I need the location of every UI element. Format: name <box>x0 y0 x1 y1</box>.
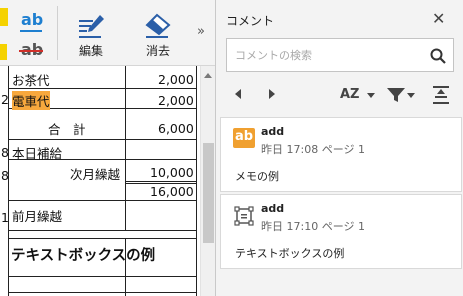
row-amount: 2,000 <box>158 72 194 87</box>
row-label: 前月繰越 <box>12 209 63 224</box>
edit-label: 編集 <box>78 44 103 58</box>
row-label: 次月繰越 <box>70 167 121 182</box>
comment-author: add <box>261 125 285 138</box>
erase-button[interactable]: 消去 <box>143 12 173 59</box>
row-amount: 10,000 <box>150 165 194 180</box>
row-divider <box>8 238 196 239</box>
highlighted-row-label[interactable]: 電車代 <box>12 91 50 110</box>
panel-title: コメント <box>226 14 275 28</box>
highlight-tool-icon[interactable] <box>0 44 7 60</box>
textbox-example-text[interactable]: テキストボックスの例 <box>11 244 155 265</box>
close-icon[interactable]: ✕ <box>432 9 445 28</box>
row-label: 本日補給 <box>12 146 63 161</box>
row-prefix: 8 <box>1 168 9 183</box>
underline-text-button[interactable]: ab <box>20 10 44 32</box>
document-scrollbar[interactable] <box>200 66 215 296</box>
row-amount: 16,000 <box>150 184 194 199</box>
collapse-all-icon[interactable] <box>431 84 451 106</box>
comment-timestamp: 昨日 17:10 ページ 1 <box>261 220 365 233</box>
edit-pencil-icon <box>79 15 104 38</box>
scroll-thumb[interactable] <box>203 143 214 243</box>
edit-button[interactable]: 編集 <box>76 12 106 59</box>
comment-card[interactable]: add 昨日 17:10 ページ 1 テキストボックスの例 <box>220 194 462 269</box>
table-border-right <box>196 66 197 296</box>
comment-card[interactable]: ab add 昨日 17:08 ページ 1 メモの例 <box>220 117 462 192</box>
row-prefix: 8 <box>1 145 9 160</box>
comment-search <box>226 38 454 72</box>
row-label: お茶代 <box>12 73 50 88</box>
row-divider <box>125 181 196 182</box>
sort-button[interactable]: AZ <box>340 86 376 106</box>
filter-button[interactable] <box>386 86 416 106</box>
comment-body: テキストボックスの例 <box>235 247 345 260</box>
scroll-up-icon[interactable] <box>204 73 212 78</box>
filter-icon <box>387 88 405 102</box>
next-comment-icon[interactable] <box>267 88 277 100</box>
more-tools-button[interactable]: » <box>197 24 205 39</box>
row-prefix: 1 <box>1 210 9 225</box>
search-icon[interactable] <box>429 47 447 65</box>
chevron-down-icon <box>407 93 415 98</box>
table-column-divider <box>125 66 126 230</box>
note-ab-icon: ab <box>233 128 255 148</box>
erase-label: 消去 <box>145 44 170 58</box>
comment-search-input[interactable] <box>235 47 425 63</box>
row-divider <box>8 230 196 231</box>
chevron-down-icon <box>367 93 375 98</box>
previous-comment-icon[interactable] <box>233 88 243 100</box>
strikethrough-text-button[interactable]: ab <box>19 40 44 62</box>
row-prefix: 2 <box>1 92 9 107</box>
eraser-icon <box>145 13 171 38</box>
comment-author: add <box>261 202 285 215</box>
strikethrough-ab-icon: ab <box>19 40 44 62</box>
highlight-text-button[interactable] <box>0 8 8 26</box>
underline-ab-glyph: ab <box>21 10 44 29</box>
underline-ab-icon: ab <box>20 10 44 32</box>
row-divider <box>8 276 196 277</box>
total-amount: 6,000 <box>158 121 194 136</box>
comment-timestamp: 昨日 17:08 ページ 1 <box>261 143 365 156</box>
row-amount: 2,000 <box>158 93 194 108</box>
toolbar: ab ab 編集 <box>0 0 215 66</box>
highlight-icon <box>0 8 8 26</box>
total-label: 合 計 <box>48 122 86 137</box>
comment-body: メモの例 <box>235 170 279 183</box>
comment-panel: コメント ✕ AZ <box>215 0 463 296</box>
app-window: ab ab 編集 <box>0 0 463 296</box>
row-divider <box>8 292 196 293</box>
document-view[interactable]: お茶代 2,000 2 電車代 2,000 合 計 6,000 8 本日補給 8… <box>0 66 200 296</box>
textbox-icon <box>234 206 254 226</box>
row-divider <box>8 139 196 140</box>
row-divider <box>8 200 196 201</box>
toolbar-separator <box>57 6 58 60</box>
sort-az-icon: AZ <box>340 87 360 102</box>
